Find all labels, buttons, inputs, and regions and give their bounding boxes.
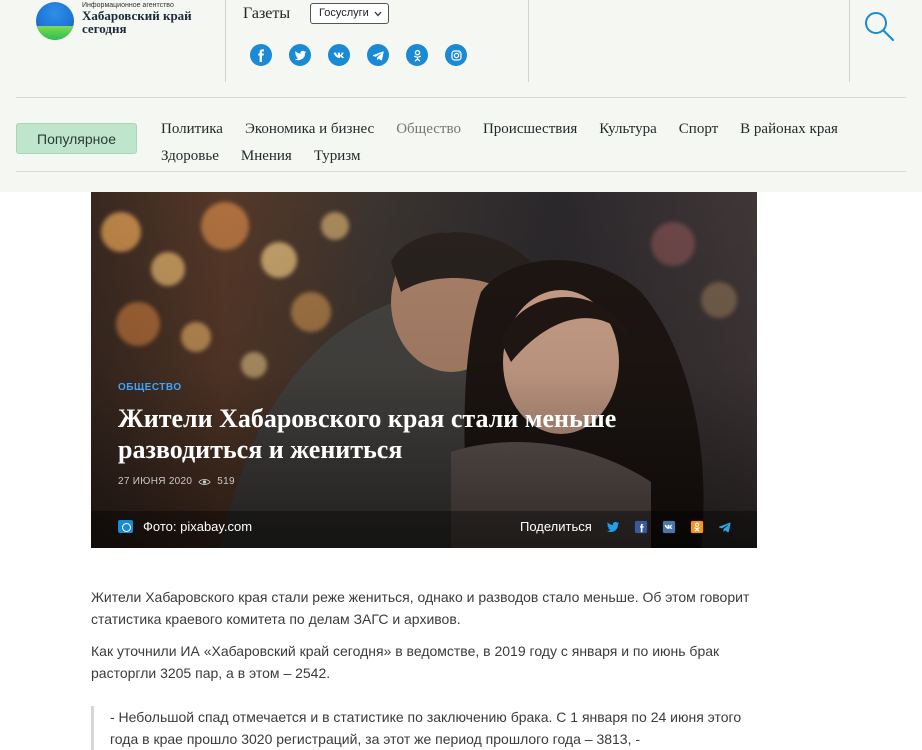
nav-item-opinions[interactable]: Мнения [241, 148, 292, 165]
article-meta: 27 ИЮНЯ 2020 519 [118, 476, 235, 487]
logo-emblem [36, 2, 74, 40]
share-facebook-icon[interactable] [634, 520, 648, 534]
divider [849, 0, 850, 82]
nav-item-health[interactable]: Здоровье [161, 148, 219, 165]
photo-credit-text: Фото: pixabay.com [143, 519, 253, 534]
category-tag[interactable]: ОБЩЕСТВО [118, 382, 182, 393]
hero-overlay [91, 192, 757, 548]
gosuslugi-label: Госуслуги [319, 7, 369, 19]
hero-image[interactable]: ОБЩЕСТВО Жители Хабаровского края стали … [91, 192, 757, 548]
facebook-icon[interactable] [250, 44, 272, 66]
article-title: Жители Хабаровского края стали меньше ра… [118, 404, 617, 464]
publish-date: 27 ИЮНЯ 2020 [118, 476, 193, 487]
share-odnoklassniki-icon[interactable] [690, 520, 704, 534]
article-body: Жители Хабаровского края стали реже жени… [91, 586, 757, 694]
nav-item-sport[interactable]: Спорт [679, 121, 718, 138]
article-quote: - Небольшой спад отмечается и в статисти… [91, 706, 757, 750]
main-nav: Политика Экономика и бизнес Общество Про… [161, 116, 906, 170]
share-vk-icon[interactable] [662, 520, 676, 534]
instagram-icon[interactable] [445, 44, 467, 66]
popular-button[interactable]: Популярное [16, 123, 137, 154]
nav-item-society[interactable]: Общество [396, 121, 461, 138]
nav-item-districts[interactable]: В районах края [740, 121, 838, 138]
gosuslugi-dropdown[interactable]: Госуслуги [310, 3, 389, 24]
nav-item-tourism[interactable]: Туризм [314, 148, 361, 165]
odnoklassniki-icon[interactable] [406, 44, 428, 66]
logo-title: Хабаровский край сегодня [82, 8, 192, 36]
view-count: 519 [217, 476, 235, 487]
nav-item-politics[interactable]: Политика [161, 121, 223, 138]
newspapers-link[interactable]: Газеты [243, 5, 290, 23]
share-label: Поделиться [520, 519, 592, 534]
photo-credit: Фото: pixabay.com [118, 519, 252, 534]
site-header: Информационное агентство Хабаровский кра… [0, 0, 922, 192]
share-telegram-icon[interactable] [718, 520, 732, 534]
camera-icon [118, 520, 133, 533]
site-logo[interactable]: Информационное агентство Хабаровский кра… [30, 0, 220, 48]
divider [16, 97, 906, 98]
twitter-icon[interactable] [289, 44, 311, 66]
share-bar: Поделиться [520, 519, 746, 534]
article-paragraph: Как уточнили ИА «Хабаровский край сегодн… [91, 643, 720, 681]
divider [16, 171, 906, 172]
eye-icon [198, 478, 211, 485]
search-icon[interactable] [862, 9, 896, 43]
nav-item-incidents[interactable]: Происшествия [483, 121, 577, 138]
vk-icon[interactable] [328, 44, 350, 66]
divider [225, 0, 226, 82]
share-twitter-icon[interactable] [606, 520, 620, 534]
social-links [250, 44, 467, 66]
telegram-icon[interactable] [367, 44, 389, 66]
nav-item-culture[interactable]: Культура [599, 121, 657, 138]
nav-item-economy[interactable]: Экономика и бизнес [245, 121, 374, 138]
divider [528, 0, 529, 82]
chevron-down-icon [374, 11, 382, 16]
article-paragraph: Жители Хабаровского края стали реже жени… [91, 589, 750, 627]
